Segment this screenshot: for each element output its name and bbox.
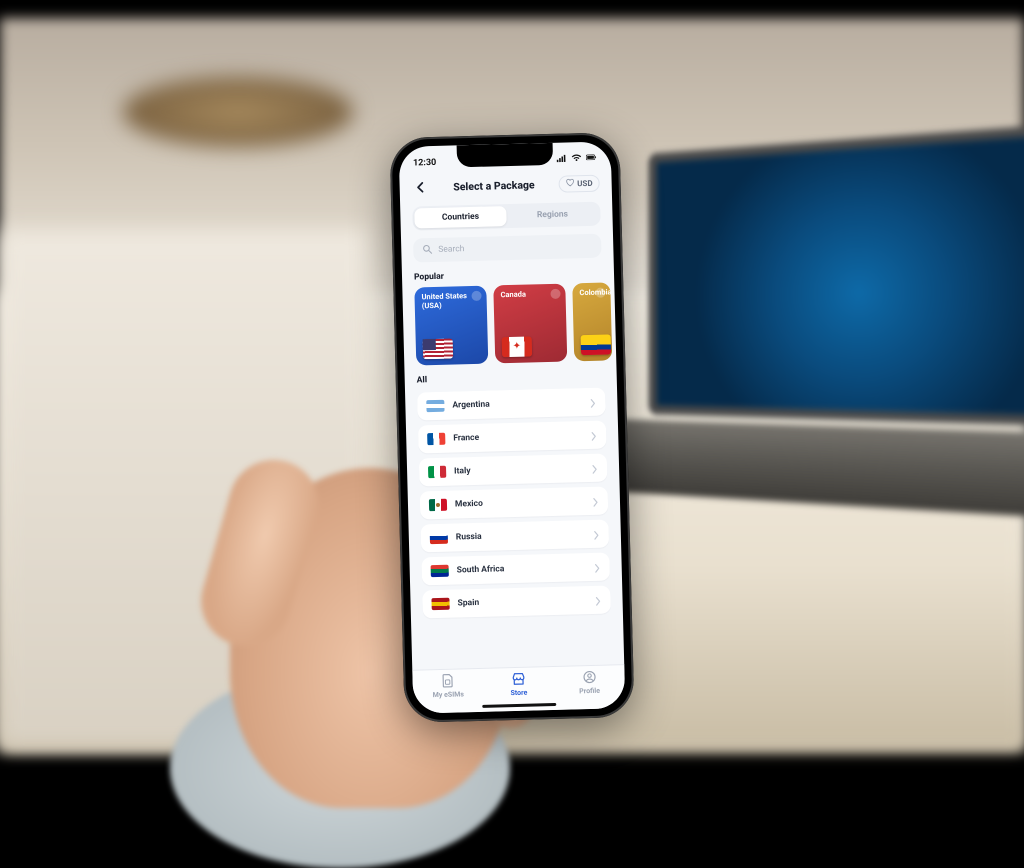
- section-all-label: All: [417, 371, 605, 386]
- background-laptop: [649, 124, 1024, 556]
- country-row[interactable]: Argentina: [417, 388, 606, 421]
- flag-icon: ✦: [502, 336, 533, 357]
- back-button[interactable]: [411, 178, 429, 196]
- tab-label: Store: [510, 689, 527, 697]
- country-name: Argentina: [452, 397, 581, 410]
- background-drawers: [0, 230, 369, 746]
- flag-icon: [427, 433, 445, 445]
- flag-icon: [431, 598, 449, 610]
- chevron-right-icon: [591, 458, 598, 477]
- heart-icon: [565, 178, 574, 189]
- flag-icon: [581, 334, 612, 355]
- search-icon: [422, 244, 432, 257]
- chevron-right-icon: [589, 392, 596, 411]
- flag-icon: [426, 400, 444, 412]
- flag-icon: [423, 339, 454, 360]
- sim-icon: [441, 674, 455, 690]
- popular-carousel[interactable]: United States (USA)Canada✦Colombia: [402, 282, 616, 366]
- segmented-control: Countries Regions: [412, 202, 601, 231]
- status-time: 12:30: [413, 158, 436, 169]
- app-header: Select a Package USD: [399, 169, 612, 203]
- flag-icon: [430, 532, 448, 544]
- country-name: France: [453, 430, 582, 443]
- country-name: Italy: [454, 463, 583, 476]
- country-row[interactable]: France: [418, 421, 607, 454]
- country-row[interactable]: Spain: [422, 585, 611, 618]
- chevron-right-icon: [590, 425, 597, 444]
- signal-icon: [556, 153, 567, 165]
- tab-label: My eSIMs: [433, 690, 464, 699]
- tab-label: Profile: [579, 687, 600, 696]
- currency-label: USD: [577, 178, 593, 187]
- country-name: Russia: [456, 529, 585, 542]
- wifi-icon: [571, 153, 582, 165]
- profile-icon: [582, 670, 596, 686]
- phone-notch: [457, 143, 554, 168]
- store-icon: [511, 672, 525, 688]
- currency-selector[interactable]: USD: [558, 174, 600, 192]
- country-row[interactable]: South Africa: [421, 552, 610, 585]
- country-row[interactable]: Italy: [419, 454, 608, 487]
- popular-card[interactable]: Canada✦: [493, 284, 567, 364]
- brand-badge-icon: [550, 289, 560, 299]
- flag-icon: [428, 466, 446, 478]
- tab-countries[interactable]: Countries: [414, 206, 506, 228]
- country-name: Spain: [457, 595, 586, 608]
- country-row[interactable]: Russia: [421, 520, 610, 553]
- brand-badge-icon: [471, 291, 481, 301]
- page-title: Select a Package: [453, 178, 535, 193]
- country-list[interactable]: Argentina France Italy Mexico Russia South Af…: [417, 388, 612, 670]
- search-placeholder: Search: [438, 244, 464, 255]
- popular-card[interactable]: Colombia: [572, 282, 612, 361]
- chevron-right-icon: [594, 590, 601, 609]
- country-name: Mexico: [455, 496, 584, 509]
- tab-regions[interactable]: Regions: [506, 204, 598, 226]
- background-basket: [123, 77, 353, 147]
- battery-icon: [586, 153, 597, 165]
- chevron-right-icon: [592, 491, 599, 510]
- app-screen: 12:30 Select a Package: [399, 141, 626, 713]
- popular-card[interactable]: United States (USA): [414, 286, 488, 366]
- country-name: South Africa: [457, 562, 586, 575]
- section-popular-label: Popular: [414, 268, 602, 283]
- phone-device: 12:30 Select a Package: [389, 132, 634, 723]
- tab-profile[interactable]: Profile: [554, 669, 626, 710]
- tab-my-esims[interactable]: My eSIMs: [412, 673, 484, 714]
- chevron-right-icon: [593, 524, 600, 543]
- flag-icon: [431, 565, 449, 577]
- country-row[interactable]: Mexico: [420, 487, 609, 520]
- chevron-right-icon: [593, 557, 600, 576]
- flag-icon: [429, 499, 447, 511]
- search-input[interactable]: Search: [413, 234, 602, 263]
